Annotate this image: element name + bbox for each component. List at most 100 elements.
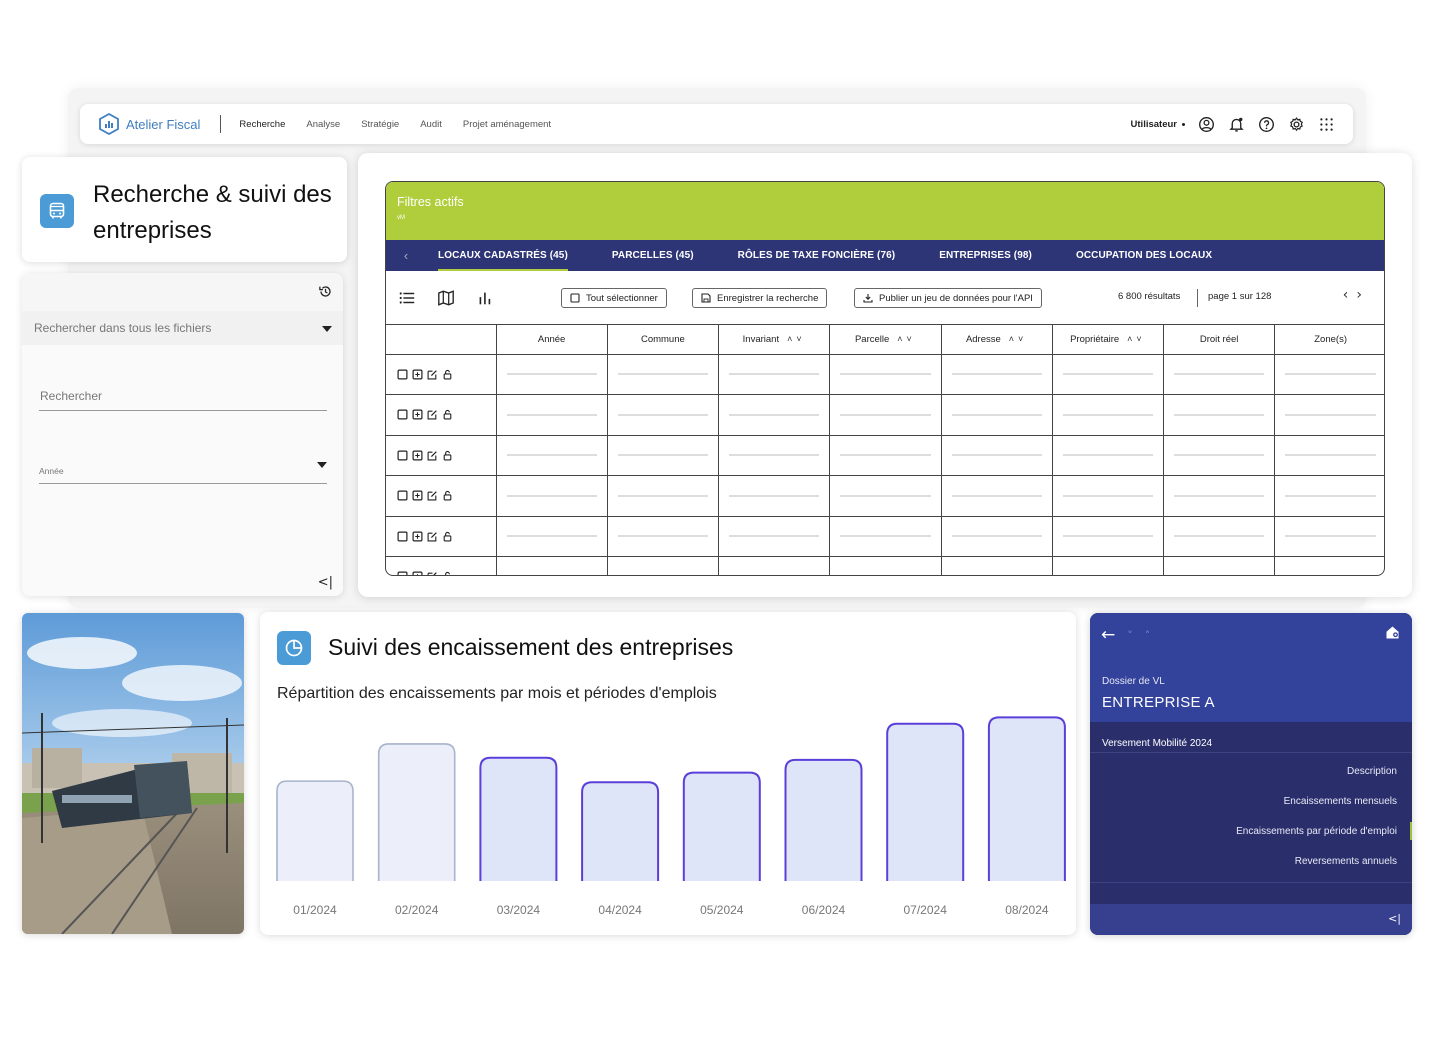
edit-icon[interactable] [427, 490, 438, 501]
chevron-left-icon[interactable]: ‹ [1343, 287, 1357, 303]
edit-icon[interactable] [427, 369, 438, 380]
table-row[interactable] [386, 435, 1384, 476]
sort-icon[interactable]: ˄˅ [1009, 334, 1028, 344]
dossier-menu-item-encaissements-periode[interactable]: Encaissements par période d'emploi [1236, 826, 1397, 856]
row-actions [386, 394, 497, 436]
tab-entreprises[interactable]: ENTREPRISES (98) [917, 240, 1054, 271]
sort-icon[interactable]: ˄˅ [787, 334, 806, 344]
help-icon[interactable] [1258, 116, 1275, 133]
collapse-panel-icon[interactable]: <| [1388, 912, 1401, 925]
sort-icon[interactable]: ˄˅ [1127, 334, 1146, 344]
edit-icon[interactable] [427, 450, 438, 461]
apps-grid-icon[interactable] [1318, 116, 1335, 133]
table-row[interactable] [386, 394, 1384, 436]
checkbox-icon[interactable] [397, 369, 408, 380]
checkbox-icon[interactable] [397, 531, 408, 542]
chart-bar[interactable] [479, 756, 558, 881]
chart-bar[interactable] [784, 758, 863, 881]
nav-item-projet-amenagement[interactable]: Projet aménagement [463, 119, 551, 130]
chart-bar[interactable] [276, 780, 354, 881]
search-input[interactable]: Rechercher [39, 371, 327, 411]
nav-divider [220, 115, 222, 133]
chart-bar[interactable] [987, 716, 1066, 881]
search-all-files-select[interactable]: Rechercher dans tous les fichiers [22, 311, 343, 345]
edit-icon[interactable] [427, 409, 438, 420]
checkbox-icon[interactable] [397, 409, 408, 420]
history-icon[interactable] [318, 284, 333, 299]
chart-view-icon[interactable] [476, 289, 494, 307]
add-box-icon[interactable] [412, 450, 423, 461]
column-header-droit-reel[interactable]: Droit réel [1163, 325, 1276, 355]
select-all-button[interactable]: Tout sélectionner [561, 288, 667, 308]
edit-icon[interactable] [427, 571, 438, 576]
back-arrow-icon[interactable]: ← [1101, 625, 1115, 645]
chevron-down-icon[interactable]: ˅ [1127, 629, 1133, 642]
dossier-menu-item-encaissements-mensuels[interactable]: Encaissements mensuels [1236, 796, 1397, 826]
save-search-button[interactable]: Enregistrer la recherche [692, 288, 828, 308]
list-view-icon[interactable] [398, 289, 416, 307]
sort-icon[interactable]: ˄˅ [897, 334, 916, 344]
nav-item-audit[interactable]: Audit [420, 119, 442, 130]
row-actions [386, 435, 497, 476]
checkbox-icon[interactable] [397, 490, 408, 501]
chevron-right-icon[interactable]: › [1356, 287, 1370, 303]
active-filters-bar[interactable]: Filtres actifs vM [386, 182, 1384, 240]
table-row[interactable] [386, 354, 1384, 395]
column-header-invariant[interactable]: Invariant ˄˅ [718, 325, 831, 355]
add-box-icon[interactable] [412, 369, 423, 380]
table-cell [829, 435, 942, 476]
brand[interactable]: Atelier Fiscal [98, 113, 200, 135]
tab-occupation-locaux[interactable]: OCCUPATION DES LOCAUX [1054, 240, 1234, 271]
x-tick-label: 08/2024 [1005, 903, 1049, 917]
results-count: 6 800 résultats [1118, 291, 1181, 302]
add-box-icon[interactable] [412, 490, 423, 501]
column-header-commune[interactable]: Commune [607, 325, 720, 355]
chart-bar[interactable] [886, 722, 965, 881]
user-name[interactable]: Utilisateur [1131, 119, 1177, 130]
chart-bar[interactable] [581, 781, 660, 881]
year-select[interactable]: Année [39, 445, 327, 484]
column-header-annee[interactable]: Année [496, 325, 608, 355]
edit-icon[interactable] [427, 531, 438, 542]
checkbox-icon[interactable] [397, 571, 408, 576]
table-row[interactable] [386, 475, 1384, 517]
column-header-zones[interactable]: Zone(s) [1274, 325, 1384, 355]
map-view-icon[interactable] [437, 289, 455, 307]
home-settings-icon[interactable] [1385, 625, 1400, 640]
cell-placeholder [617, 373, 708, 376]
lock-icon[interactable] [442, 531, 453, 542]
add-box-icon[interactable] [412, 409, 423, 420]
add-box-icon[interactable] [412, 571, 423, 576]
nav-item-strategie[interactable]: Stratégie [361, 119, 399, 130]
lock-icon[interactable] [442, 490, 453, 501]
chart-bar[interactable] [682, 771, 761, 881]
tab-roles-taxe-fonciere[interactable]: RÔLES DE TAXE FONCIÈRE (76) [716, 240, 918, 271]
gear-icon[interactable] [1288, 116, 1305, 133]
tab-parcelles[interactable]: PARCELLES (45) [590, 240, 716, 271]
lock-icon[interactable] [442, 450, 453, 461]
cell-placeholder [506, 494, 597, 497]
pagination-arrows[interactable]: ‹› [1343, 287, 1370, 303]
chevron-up-icon[interactable]: ˄ [1145, 629, 1151, 642]
column-header-proprietaire[interactable]: Propriétaire ˄˅ [1052, 325, 1165, 355]
column-header-parcelle[interactable]: Parcelle ˄˅ [829, 325, 942, 355]
tab-locaux-cadastres[interactable]: LOCAUX CADASTRÉS (45) [426, 240, 590, 271]
collapse-panel-icon[interactable]: <| [318, 575, 333, 590]
lock-icon[interactable] [442, 409, 453, 420]
bell-icon[interactable] [1228, 116, 1245, 133]
table-cell [718, 435, 831, 476]
lock-icon[interactable] [442, 571, 453, 576]
lock-icon[interactable] [442, 369, 453, 380]
nav-item-analyse[interactable]: Analyse [306, 119, 340, 130]
table-row[interactable] [386, 556, 1384, 576]
tabs-prev-icon[interactable]: ‹ [386, 248, 426, 263]
nav-item-recherche[interactable]: Recherche [239, 119, 285, 130]
table-row[interactable] [386, 516, 1384, 557]
publish-api-button[interactable]: Publier un jeu de données pour l'API [854, 288, 1042, 308]
dossier-menu-item-description[interactable]: Description [1236, 766, 1397, 796]
account-icon[interactable] [1198, 116, 1215, 133]
checkbox-icon[interactable] [397, 450, 408, 461]
chart-bar[interactable] [377, 743, 456, 881]
column-header-adresse[interactable]: Adresse ˄˅ [941, 325, 1053, 355]
add-box-icon[interactable] [412, 531, 423, 542]
